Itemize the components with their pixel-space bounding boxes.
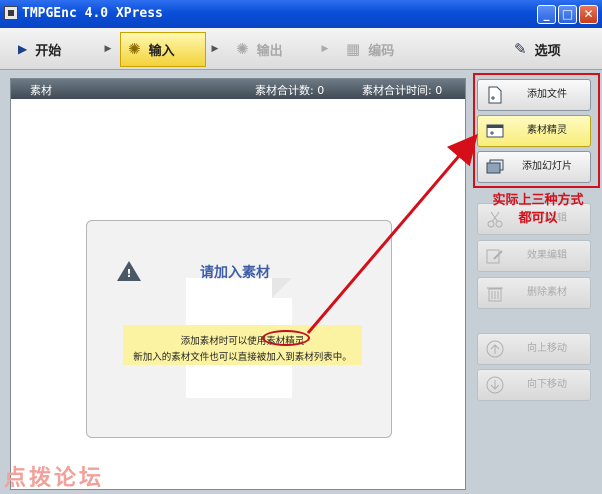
warning-mark: ! (126, 267, 132, 280)
close-button[interactable]: ✕ (579, 5, 598, 24)
arrow-up-icon (486, 340, 504, 358)
film-reel-icon: ✺ (128, 40, 141, 58)
delete-material-button[interactable]: 删除素材 (477, 277, 591, 309)
toolbar-arrow-icon: ▶ (104, 44, 112, 54)
effect-edit-label: 效果编辑 (527, 250, 567, 261)
total-count: 素材合计数: 0 (255, 84, 325, 97)
minimize-button[interactable]: _ (537, 5, 556, 24)
move-down-label: 向下移动 (527, 379, 567, 390)
output-label: 输出 (256, 43, 283, 59)
annotation-text: 实际上三种方式 都可以 (480, 192, 596, 228)
move-up-label: 向上移动 (527, 343, 567, 354)
delete-material-label: 删除素材 (527, 287, 567, 298)
encode-button[interactable]: ▦ 编码 (346, 32, 426, 66)
toolbar-arrow-icon: ▶ (321, 44, 329, 54)
effect-edit-button[interactable]: 效果编辑 (477, 240, 591, 272)
film-reel-icon: ✺ (236, 40, 249, 58)
trash-icon (487, 287, 503, 302)
encode-label: 编码 (368, 43, 395, 59)
document-fold (272, 278, 292, 298)
app-icon (4, 6, 18, 20)
input-button[interactable]: ✺ 输入 (128, 32, 204, 66)
maximize-button[interactable]: □ (558, 5, 577, 24)
options-button[interactable]: ✎ 选项 (514, 32, 594, 66)
start-label: 开始 (35, 43, 62, 59)
hint-line-1: 添加素材时可以使用素材精灵 (180, 336, 305, 347)
panel-title: 素材 (30, 84, 52, 97)
total-time: 素材合计时间: 0 (362, 84, 443, 97)
toolbar-arrow-icon: ▶ (211, 44, 219, 54)
options-label: 选项 (534, 43, 561, 59)
annotation-line-1: 实际上三种方式 (492, 193, 584, 208)
wrench-icon: ✎ (514, 40, 527, 58)
window-title: TMPGEnc 4.0 XPress (22, 6, 163, 21)
hint-red-ellipse (262, 330, 310, 346)
arrow-down-icon (486, 376, 504, 394)
hint-title: 请加入素材 (200, 265, 270, 281)
play-arrow-icon: ▶ (18, 42, 28, 56)
input-label: 输入 (148, 43, 175, 59)
filmstrip-icon: ▦ (346, 40, 361, 58)
hint-line-2: 新加入的素材文件也可以直接被加入到素材列表中。 (133, 352, 352, 363)
red-highlight-frame (473, 73, 600, 188)
move-up-button[interactable]: 向上移动 (477, 333, 591, 365)
annotation-line-2: 都可以 (518, 211, 558, 226)
edit-pencil-icon (486, 249, 503, 264)
start-button[interactable]: ▶ 开始 (18, 32, 98, 66)
move-down-button[interactable]: 向下移动 (477, 369, 591, 401)
forum-watermark: 点拨论坛 (4, 465, 105, 491)
output-button[interactable]: ✺ 输出 (236, 32, 314, 66)
